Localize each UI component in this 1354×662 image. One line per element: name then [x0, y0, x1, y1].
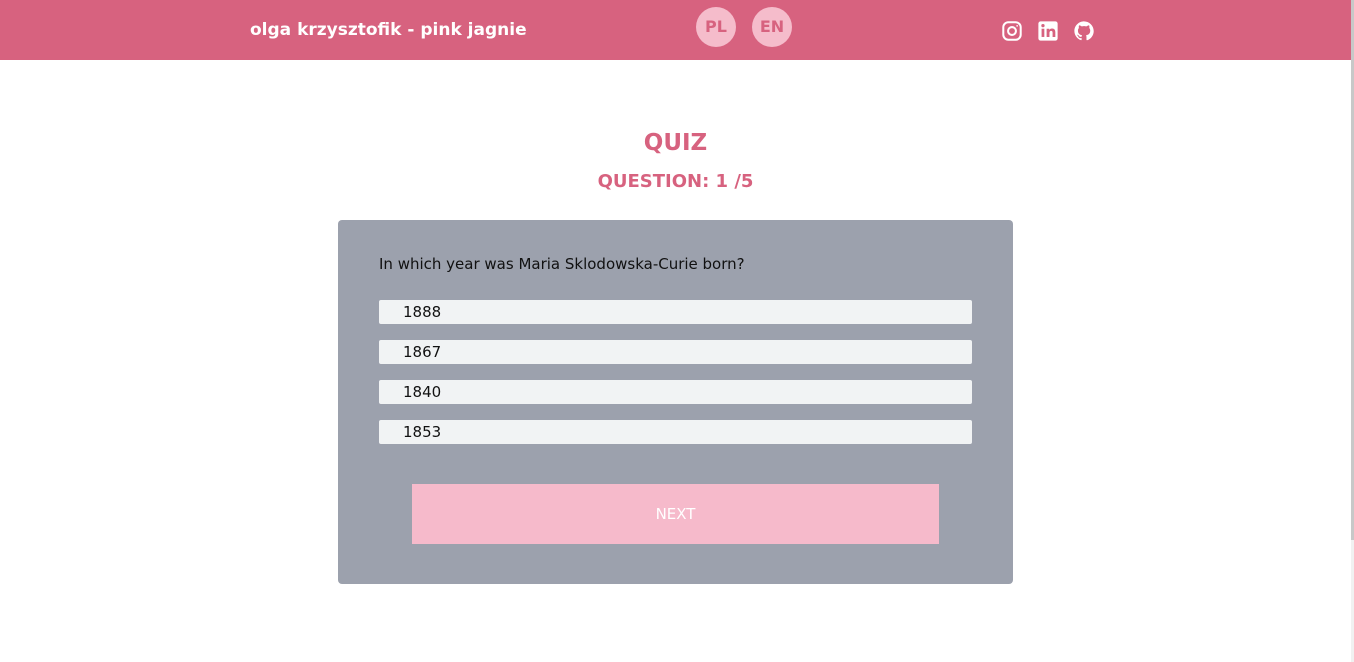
- github-icon: [1073, 20, 1095, 42]
- quiz-card: In which year was Maria Sklodowska-Curie…: [338, 220, 1013, 584]
- answer-option[interactable]: 1867: [379, 340, 972, 364]
- answer-label: 1840: [403, 383, 442, 401]
- language-pl-button[interactable]: PL: [696, 7, 736, 47]
- instagram-icon: [1001, 20, 1023, 42]
- quiz-title: QUIZ: [643, 130, 708, 156]
- answer-option[interactable]: 1840: [379, 380, 972, 404]
- answer-option[interactable]: 1888: [379, 300, 972, 324]
- linkedin-link[interactable]: [1037, 20, 1059, 42]
- site-brand[interactable]: olga krzysztofik - pink jagnie: [250, 19, 527, 41]
- question-counter: QUESTION: 1 /5: [597, 171, 754, 192]
- question-text: In which year was Maria Sklodowska-Curie…: [379, 255, 745, 273]
- answer-option[interactable]: 1853: [379, 420, 972, 444]
- linkedin-icon: [1037, 20, 1059, 42]
- top-navbar: olga krzysztofik - pink jagnie PL EN: [0, 0, 1351, 60]
- language-en-button[interactable]: EN: [752, 7, 792, 47]
- answer-label: 1867: [403, 343, 442, 361]
- answer-label: 1888: [403, 303, 442, 321]
- answer-label: 1853: [403, 423, 442, 441]
- next-button[interactable]: NEXT: [412, 484, 939, 544]
- github-link[interactable]: [1073, 20, 1095, 42]
- instagram-link[interactable]: [1001, 20, 1023, 42]
